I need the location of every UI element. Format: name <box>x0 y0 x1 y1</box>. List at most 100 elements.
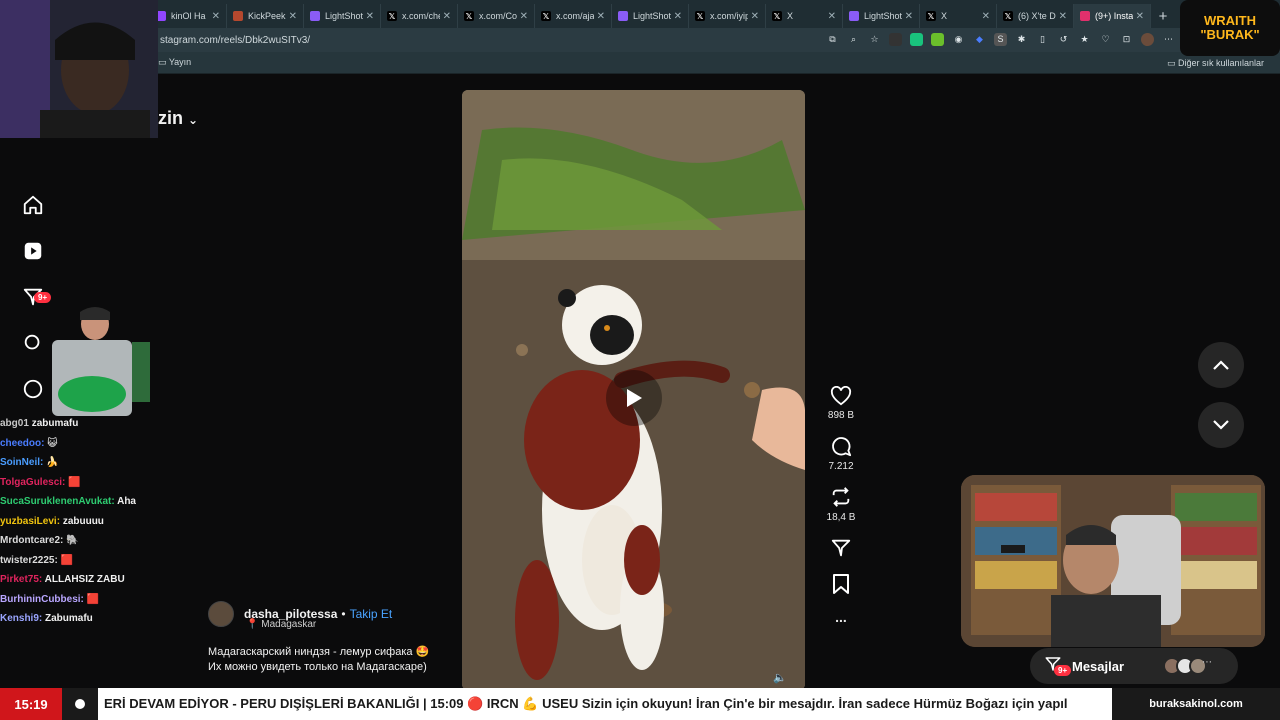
close-icon[interactable]: ✕ <box>674 11 682 22</box>
location[interactable]: 📍 Madagaskar <box>246 619 316 630</box>
browser-tab[interactable]: 𝕏x.com/che ✕ <box>381 4 458 28</box>
chat-text: 🐘 <box>66 535 79 546</box>
share-action[interactable] <box>826 537 856 559</box>
chat-message: Pirket75: ALLAHSIZ ZABU <box>0 570 175 590</box>
comment-action[interactable]: 7.212 <box>826 435 856 472</box>
collections-icon[interactable]: ⊡ <box>1120 33 1133 46</box>
messages-badge: 9+ <box>1054 664 1072 676</box>
chat-username[interactable]: twister2225: <box>0 555 58 566</box>
new-tab-button[interactable]: + <box>1151 4 1175 28</box>
chat-text: 🟥 <box>60 554 74 566</box>
extension-icon[interactable]: S <box>994 33 1007 46</box>
browser-tab[interactable]: (9+) Instag✕ <box>1074 4 1151 28</box>
close-icon[interactable]: ✕ <box>520 11 528 22</box>
more-action[interactable]: ... <box>826 609 856 625</box>
chat-username[interactable]: BurhininCubbesi: <box>0 594 84 605</box>
lightshot-icon <box>310 11 320 21</box>
extension-icon[interactable] <box>889 33 902 46</box>
close-icon[interactable]: ✕ <box>1136 11 1144 22</box>
author-avatar[interactable] <box>208 601 234 627</box>
comment-icon <box>832 437 852 457</box>
extensions-puzzle-icon[interactable]: ✱ <box>1015 33 1028 46</box>
browser-tab[interactable]: LightShot ✕ <box>612 4 689 28</box>
tab-title: (9+) Instag <box>1095 11 1133 21</box>
play-icon <box>627 389 642 407</box>
chat-username[interactable]: cheedoo: <box>0 438 44 449</box>
messages-button[interactable]: 9+ Mesajlar ⋯ <box>1030 648 1238 684</box>
repost-action[interactable]: 18,4 B <box>826 486 856 523</box>
chat-message: abg01 zabumafu <box>0 414 175 434</box>
browser-tab[interactable]: 𝕏x.com/ajan✕ <box>535 4 612 28</box>
chat-username[interactable]: SoinNeil: <box>0 457 43 468</box>
browser-tab[interactable]: LightShot ✕ <box>843 4 920 28</box>
url-text[interactable]: stagram.com/reels/Dbk2wuSITv3/ <box>160 35 310 46</box>
previous-reel-button[interactable] <box>1198 342 1244 388</box>
nav-home[interactable] <box>20 192 46 218</box>
profile-avatar[interactable] <box>1141 33 1154 46</box>
chat-text: 🟥 <box>86 593 100 605</box>
extension-icon[interactable]: ◉ <box>952 33 965 46</box>
browser-tab[interactable]: 𝕏 X ✕ <box>766 4 843 28</box>
logo-line2: "BURAK" <box>1200 27 1260 42</box>
chat-message: TolgaGulesci: 🟥 <box>0 473 175 493</box>
bookmark-label: Yayın <box>168 57 192 67</box>
health-icon[interactable]: ♡ <box>1099 33 1112 46</box>
other-favorites-label: Diğer sık kullanılanlar <box>1177 58 1264 68</box>
nav-reels[interactable] <box>20 238 46 264</box>
close-icon[interactable]: ✕ <box>1059 11 1067 22</box>
browser-tab[interactable]: LightShot ✕ <box>304 4 381 28</box>
close-icon[interactable]: ✕ <box>212 11 220 22</box>
star-icon[interactable]: ☆ <box>868 33 881 46</box>
translate-icon[interactable]: ⧉ <box>826 33 839 46</box>
reel-video[interactable]: 🔈 <box>462 90 805 690</box>
browser-tab[interactable]: KickPeek -✕ <box>227 4 304 28</box>
close-icon[interactable]: ✕ <box>597 11 605 22</box>
extension-icon[interactable] <box>910 33 923 46</box>
close-icon[interactable]: ✕ <box>289 11 297 22</box>
chat-username[interactable]: Pirket75: <box>0 574 42 585</box>
chat-message: twister2225: 🟥 <box>0 551 175 571</box>
header-title[interactable]: zin ⌄ <box>158 108 198 129</box>
next-reel-button[interactable] <box>1198 402 1244 448</box>
chat-username[interactable]: abg01 <box>0 418 29 429</box>
chat-username[interactable]: SucaSuruklenenAvukat: <box>0 496 115 507</box>
mug-image <box>52 307 150 416</box>
close-icon[interactable]: ✕ <box>828 11 836 22</box>
bookmark-yayin[interactable]: ▭ Yayın <box>158 57 191 68</box>
address-bar[interactable]: stagram.com/reels/Dbk2wuSITv3/ ⧉ ⌕ ☆ ◉ ◆… <box>0 28 1280 52</box>
audio-icon[interactable]: 🔈 <box>773 671 787 684</box>
close-icon[interactable]: ✕ <box>982 11 990 22</box>
follow-button[interactable]: Takip Et <box>350 607 393 621</box>
close-icon[interactable]: ✕ <box>751 11 759 22</box>
history-icon[interactable]: ↺ <box>1057 33 1070 46</box>
close-icon[interactable]: ✕ <box>443 11 451 22</box>
home-icon <box>23 195 43 215</box>
like-action[interactable]: 898 B <box>826 386 856 421</box>
browser-tab[interactable]: 𝕏x.com/Com✕ <box>458 4 535 28</box>
save-action[interactable] <box>826 573 856 595</box>
close-icon[interactable]: ✕ <box>905 11 913 22</box>
menu-icon[interactable]: ⋯ <box>1162 33 1175 46</box>
browser-tab[interactable]: 𝕏 X ✕ <box>920 4 997 28</box>
browser-tab[interactable]: 𝕏x.com/iyip ✕ <box>689 4 766 28</box>
bookmarks-bar: ▭ Yayın ▭ Diğer sık kullanılanlar <box>0 52 1280 74</box>
chat-username[interactable]: Kenshi9: <box>0 613 42 624</box>
chat-username[interactable]: Mrdontcare2: <box>0 535 63 546</box>
extension-icon[interactable]: ◆ <box>973 33 986 46</box>
play-button[interactable] <box>606 370 662 426</box>
tab-title: x.com/Com <box>479 11 517 21</box>
browser-tab[interactable]: kinOl Ha ✕ <box>150 4 227 28</box>
close-icon[interactable]: ✕ <box>366 11 374 22</box>
tab-title: x.com/ajan <box>556 11 594 21</box>
favorites-icon[interactable]: ★ <box>1078 33 1091 46</box>
zoom-icon[interactable]: ⌕ <box>847 33 860 46</box>
comment-count: 7.212 <box>828 461 854 472</box>
split-view-icon[interactable]: ▯ <box>1036 33 1049 46</box>
tab-title: x.com/iyip <box>710 11 748 21</box>
kickpeek-icon <box>233 11 243 21</box>
chat-username[interactable]: yuzbasiLevi: <box>0 516 60 527</box>
extension-icon[interactable] <box>931 33 944 46</box>
chat-username[interactable]: TolgaGulesci: <box>0 477 65 488</box>
other-favorites[interactable]: ▭ Diğer sık kullanılanlar <box>1167 58 1264 69</box>
browser-tab[interactable]: 𝕏 (6) X'te DE✕ <box>997 4 1074 28</box>
